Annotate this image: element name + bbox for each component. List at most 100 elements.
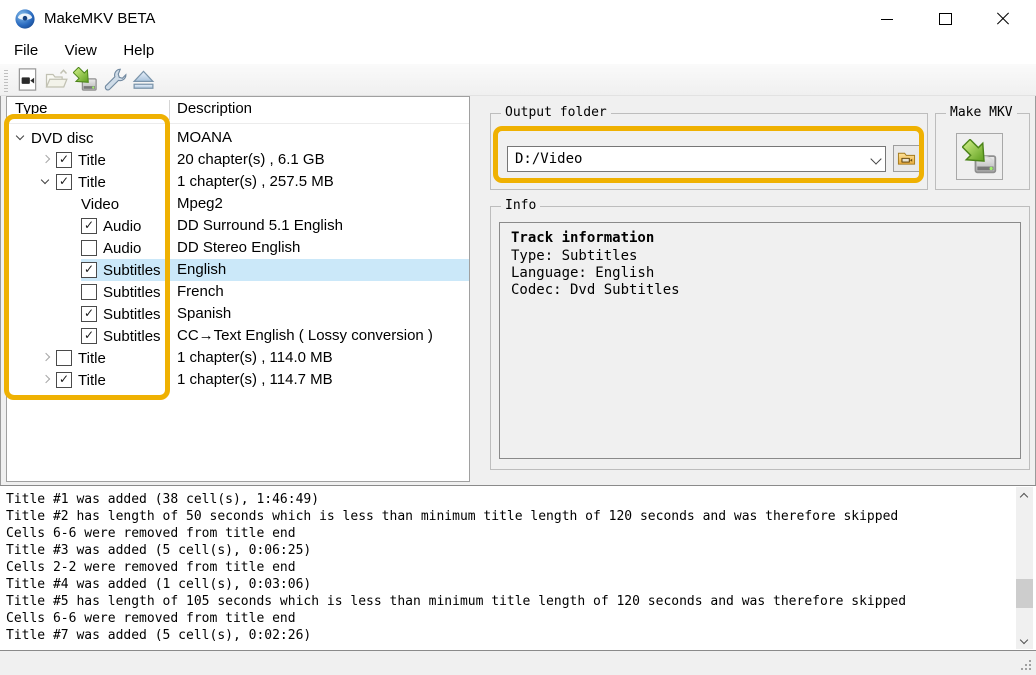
expander-right-icon[interactable]: [36, 369, 56, 391]
output-folder-combobox[interactable]: D:/Video: [507, 146, 886, 172]
type-label: DVD disc: [31, 129, 94, 147]
track-checkbox[interactable]: ✓: [56, 174, 72, 190]
log-line: Title #2 has length of 50 seconds which …: [6, 509, 899, 524]
maximize-icon: [939, 13, 952, 25]
tree-row[interactable]: ✓ Title 1 chapter(s) , 257.5 MB: [7, 171, 469, 193]
output-folder-label: Output folder: [501, 105, 611, 120]
description-cell: French: [177, 283, 224, 300]
description-cell: DD Stereo English: [177, 239, 301, 256]
type-label: Title: [78, 151, 106, 169]
toolbar-drag-handle[interactable]: [4, 67, 8, 92]
info-label: Info: [501, 198, 541, 213]
expander-down-icon[interactable]: [11, 127, 31, 149]
log-line: Title #5 has length of 105 seconds which…: [6, 594, 907, 609]
settings-button[interactable]: [100, 66, 129, 94]
track-checkbox[interactable]: ✓: [56, 152, 72, 168]
close-button[interactable]: [980, 0, 1026, 38]
scroll-down-icon[interactable]: [1016, 633, 1033, 649]
menu-file[interactable]: File: [3, 38, 49, 64]
track-checkbox[interactable]: ✓: [81, 218, 97, 234]
type-cell: DVD disc: [7, 127, 469, 149]
open-video-file-button[interactable]: [13, 66, 42, 94]
track-checkbox[interactable]: ✓: [56, 372, 72, 388]
menu-help[interactable]: Help: [112, 38, 165, 64]
log-lines: Cells 31-31 were removed from title endT…: [6, 486, 1012, 644]
title-tree-panel: Type Description DVD disc MOANA ✓ Title 20 c…: [6, 96, 470, 482]
tree-row[interactable]: Audio DD Stereo English: [7, 237, 469, 259]
expander-right-icon[interactable]: [36, 149, 56, 171]
minimize-button[interactable]: [864, 0, 910, 38]
description-cell: Mpeg2: [177, 195, 223, 212]
description-cell: Spanish: [177, 305, 232, 322]
track-checkbox[interactable]: [81, 240, 97, 256]
type-cell: ✓ Subtitles: [7, 259, 469, 281]
minimize-icon: [881, 19, 893, 20]
menu-bar: File View Help: [0, 38, 1036, 64]
track-info-type: Type: Subtitles: [511, 248, 638, 264]
log-panel[interactable]: Cells 31-31 were removed from title endT…: [0, 485, 1036, 651]
window-title: MakeMKV BETA: [44, 10, 156, 27]
track-checkbox[interactable]: ✓: [81, 306, 97, 322]
tree-row[interactable]: Title 1 chapter(s) , 114.0 MB: [7, 347, 469, 369]
tree-row[interactable]: Video Mpeg2: [7, 193, 469, 215]
type-cell: Video: [7, 193, 469, 215]
type-label: Title: [78, 173, 106, 191]
tree-row[interactable]: ✓ Title 20 chapter(s) , 6.1 GB: [7, 149, 469, 171]
expander-right-icon[interactable]: [36, 347, 56, 369]
resize-grip[interactable]: [1029, 668, 1031, 670]
status-bar: [0, 651, 1036, 675]
track-checkbox[interactable]: ✓: [81, 328, 97, 344]
type-label: Title: [78, 371, 106, 389]
info-group: Info Track information Type: Subtitles L…: [490, 198, 1030, 470]
chevron-down-icon: [870, 153, 882, 165]
save-to-mkv-button[interactable]: [71, 66, 100, 94]
menu-view[interactable]: View: [54, 38, 108, 64]
tree-row[interactable]: Subtitles French: [7, 281, 469, 303]
output-folder-value: D:/Video: [515, 151, 583, 167]
column-divider[interactable]: [169, 100, 170, 120]
log-scrollbar[interactable]: [1016, 487, 1033, 649]
tree-row[interactable]: ✓ Subtitles English: [7, 259, 469, 281]
open-disc-folder-button: [42, 66, 71, 94]
make-mkv-button[interactable]: [956, 133, 1003, 180]
scroll-up-icon[interactable]: [1016, 487, 1033, 503]
tree-row[interactable]: ✓ Audio DD Surround 5.1 English: [7, 215, 469, 237]
browse-folder-button[interactable]: [893, 145, 920, 172]
description-cell: CC→Text English ( Lossy conversion ): [177, 327, 433, 344]
toolbar: [0, 64, 1036, 96]
tree-row[interactable]: DVD disc MOANA: [7, 127, 469, 149]
make-mkv-group: Make MKV: [935, 105, 1030, 190]
log-line: Cells 6-6 were removed from title end: [6, 526, 296, 541]
column-header-type[interactable]: Type: [15, 97, 48, 123]
track-info-language: Language: English: [511, 265, 655, 281]
open-folder-icon: [45, 69, 68, 88]
track-info-codec: Codec: Dvd Subtitles: [511, 282, 680, 298]
expander-down-icon[interactable]: [36, 171, 56, 193]
tree-header: Type Description: [7, 97, 469, 124]
make-mkv-icon: [961, 138, 996, 173]
video-file-icon: [18, 68, 37, 91]
description-cell: 20 chapter(s) , 6.1 GB: [177, 151, 325, 168]
tree-row[interactable]: ✓ Subtitles CC→Text English ( Lossy conver…: [7, 325, 469, 347]
type-cell: Subtitles: [7, 281, 469, 303]
column-header-description[interactable]: Description: [177, 97, 252, 123]
titlebar[interactable]: MakeMKV BETA: [0, 0, 1036, 38]
tree-row[interactable]: ✓ Title 1 chapter(s) , 114.7 MB: [7, 369, 469, 391]
maximize-button[interactable]: [922, 0, 968, 38]
folder-browse-icon: [897, 152, 916, 165]
log-line: Cells 6-6 were removed from title end: [6, 611, 296, 626]
type-label: Subtitles: [103, 327, 161, 345]
scrollbar-thumb[interactable]: [1016, 579, 1033, 608]
track-checkbox[interactable]: [81, 284, 97, 300]
type-label: Subtitles: [103, 261, 161, 279]
tree-row[interactable]: ✓ Subtitles Spanish: [7, 303, 469, 325]
eject-button[interactable]: [129, 66, 158, 94]
track-checkbox[interactable]: ✓: [81, 262, 97, 278]
track-checkbox[interactable]: [56, 350, 72, 366]
track-info-heading: Track information: [511, 230, 655, 246]
save-mkv-icon: [73, 67, 97, 91]
